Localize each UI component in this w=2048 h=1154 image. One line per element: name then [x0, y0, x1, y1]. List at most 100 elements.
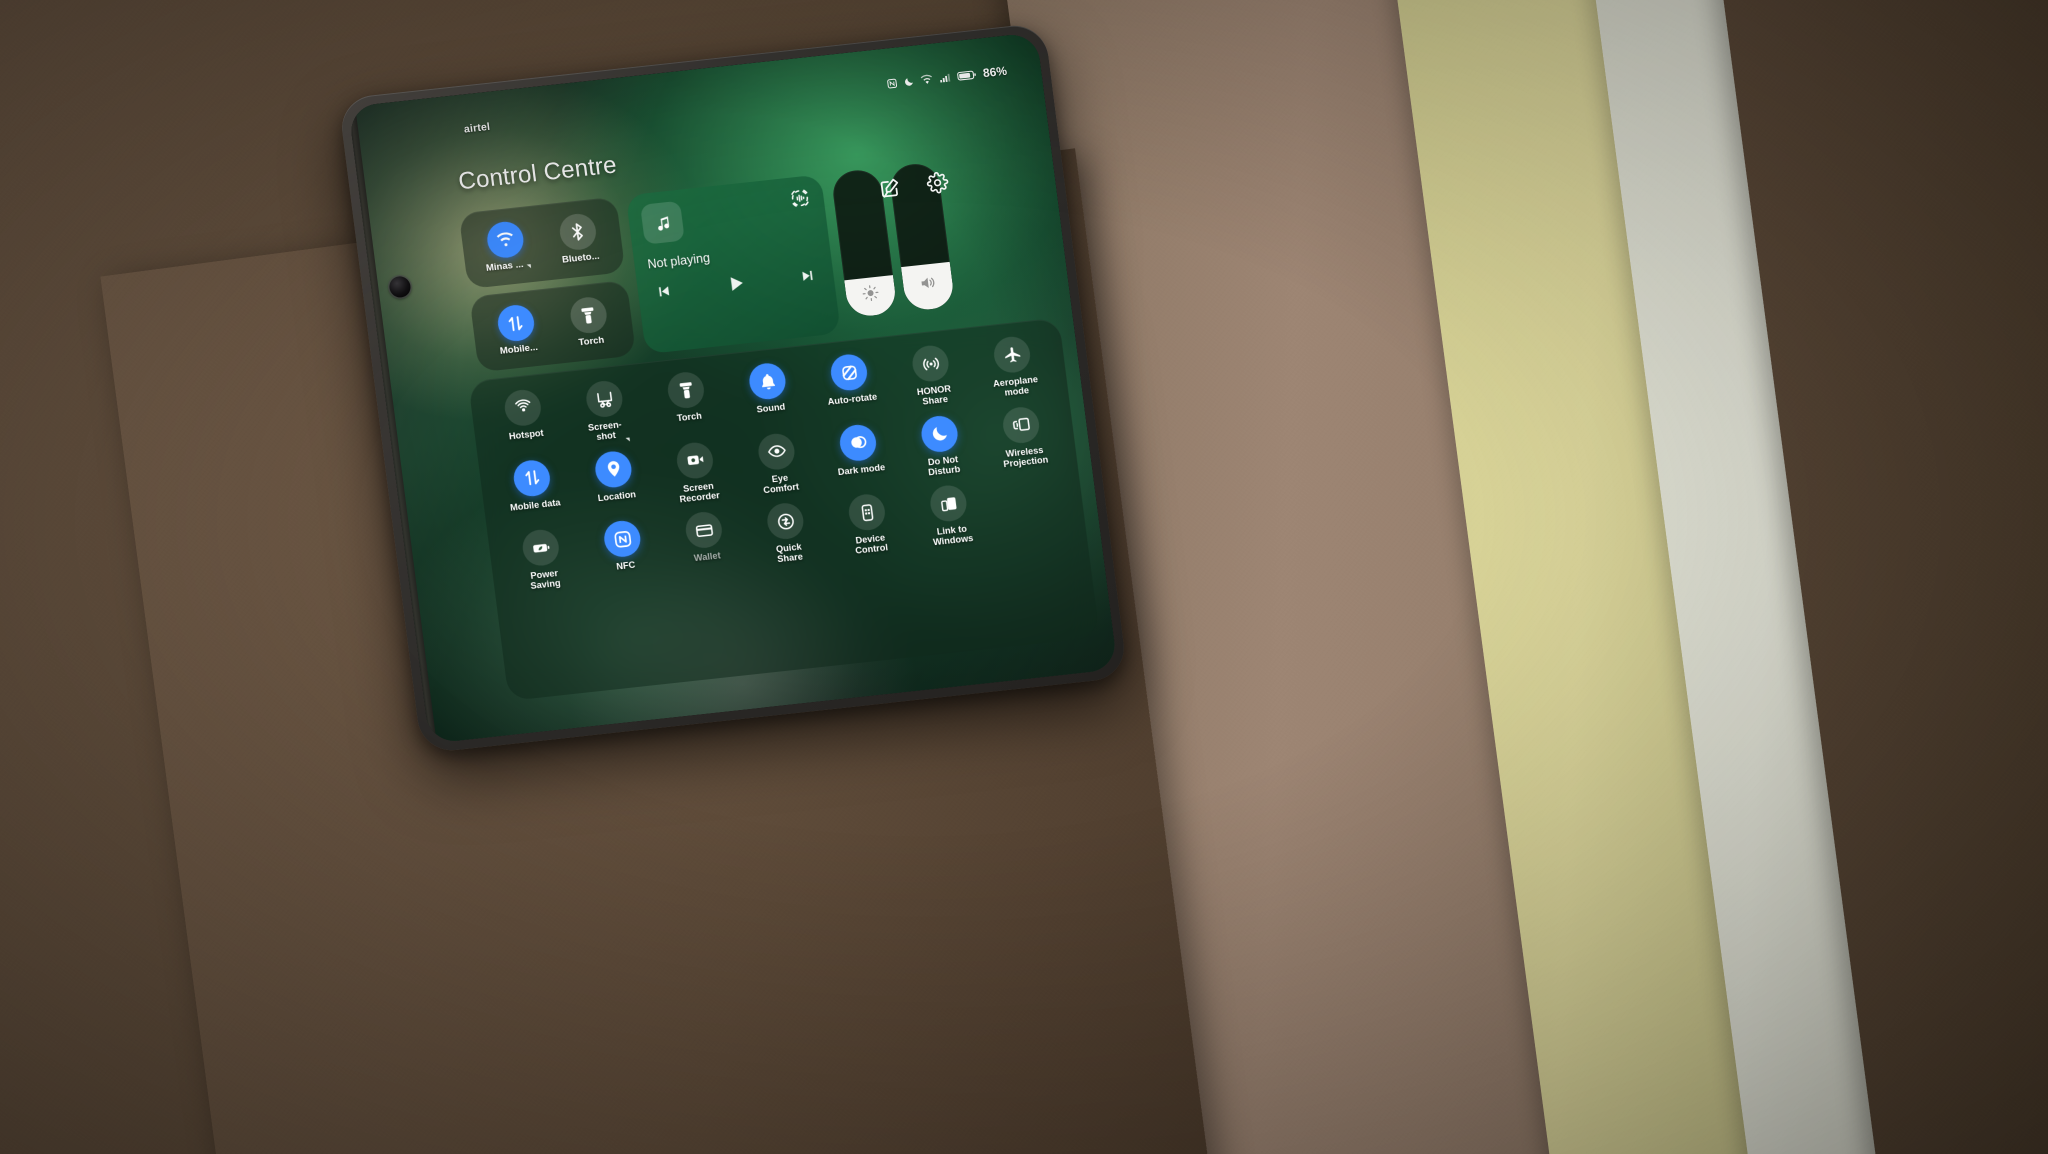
expand-arrow-icon[interactable] [625, 437, 630, 442]
quick-tile-screen-recorder[interactable]: Screen Recorder [652, 438, 741, 507]
edit-icon[interactable] [878, 176, 903, 200]
audio-output-cast-icon[interactable] [788, 187, 812, 210]
quick-tile-torch[interactable]: Torch [643, 368, 732, 437]
expand-arrow-icon[interactable] [526, 263, 531, 269]
status-icons: 86% [886, 64, 1008, 91]
wifi-tile-label-text: Minas ... [485, 258, 525, 274]
wifi-icon [496, 232, 513, 247]
music-note-icon [657, 215, 669, 231]
quick-tile-label-text: HONOR Share [916, 383, 952, 407]
wifi-tile[interactable]: Minas ... [466, 218, 545, 275]
screenshot-icon [594, 389, 615, 410]
auto-rotate-icon-bg [828, 352, 870, 393]
quick-tile-label: Mobile data [509, 497, 561, 513]
quick-tile-label: Location [597, 489, 636, 503]
screenshot-icon-bg [584, 379, 625, 419]
battery-icon [957, 70, 976, 80]
torch-icon-bg [665, 370, 707, 410]
screen: airtel 86% Control Centre Minas ... Blue… [348, 32, 1118, 744]
quick-tile-location[interactable]: Location [570, 447, 659, 516]
mobile-data-icon [521, 467, 542, 488]
wifi-tile-label: Minas ... [485, 258, 531, 274]
play-button[interactable] [724, 272, 748, 298]
quick-tile-nfc[interactable]: NFC [579, 517, 668, 586]
device-control-icon [856, 502, 877, 523]
quick-tile-label-text: Wireless Projection [1002, 444, 1049, 470]
quick-tile-quick-share[interactable]: Quick Share [742, 499, 831, 568]
wallet-card-icon [693, 520, 714, 541]
bluetooth-tile[interactable]: Blueto... [539, 210, 618, 267]
hotspot-icon-bg [502, 388, 543, 428]
quick-tile-device-control[interactable]: Device Control [824, 490, 913, 559]
quick-tile-wireless-projection[interactable]: Wireless Projection [978, 402, 1067, 471]
quick-tile-wallet[interactable]: Wallet [661, 508, 750, 577]
brightness-sun-icon [862, 284, 879, 301]
quick-tile-sound[interactable]: Sound [724, 359, 813, 428]
quick-tile-label: Dark mode [837, 462, 886, 477]
quick-tile-label-text: Torch [676, 410, 703, 424]
next-track-button[interactable] [798, 266, 817, 288]
mobile-data-icon-bg [511, 458, 552, 498]
previous-track-button[interactable] [654, 282, 673, 304]
quick-tile-label-text: Do Not Disturb [927, 453, 961, 478]
torch-icon [581, 306, 594, 324]
screen-recorder-icon-bg [674, 440, 716, 480]
brightness-slider-fill [844, 275, 898, 319]
eye-comfort-icon-bg [756, 431, 797, 472]
link-to-windows-icon-bg [928, 483, 969, 524]
carrier-label: airtel [463, 120, 491, 136]
quick-tile-honor-share[interactable]: HONOR Share [887, 341, 976, 410]
dark-mode-icon [847, 432, 868, 453]
hotspot-icon [512, 397, 533, 418]
quick-tile-mobile-data[interactable]: Mobile data [489, 456, 578, 525]
quick-tile-do-not-disturb[interactable]: Do Not Disturb [896, 411, 985, 480]
screen-recorder-icon [684, 450, 705, 471]
quick-tile-label: HONOR Share [916, 384, 953, 408]
quick-tile-auto-rotate[interactable]: Auto-rotate [806, 350, 895, 419]
quick-tile-label-text: Hotspot [508, 427, 545, 442]
skip-previous-icon [658, 286, 670, 297]
quick-tile-label-text: Eye Comfort [762, 472, 800, 496]
quick-settings-panel: Hotspot Screen- shot Torch Sound Auto-rotate… [468, 317, 1100, 701]
wireless-projection-icon-bg [1000, 404, 1042, 445]
page-title: Control Centre [456, 151, 619, 196]
quick-tile-link-to-windows[interactable]: Link to Windows [905, 481, 994, 550]
quick-tile-label: Wireless Projection [1001, 444, 1049, 470]
sound-bell-icon-bg [747, 361, 788, 402]
nfc-icon-bg [602, 519, 643, 559]
quick-tile-label-text: Wallet [693, 550, 722, 564]
aeroplane-icon [1001, 344, 1022, 365]
gear-icon[interactable] [925, 171, 950, 195]
quick-tile-hotspot[interactable]: Hotspot [480, 386, 569, 455]
quick-share-icon-bg [765, 501, 806, 542]
quick-tile-label-text: Aeroplane mode [992, 374, 1039, 398]
device-control-icon-bg [846, 492, 888, 533]
connectivity-card-data: Mobile... Torch [469, 279, 637, 373]
quick-tile-power-saving[interactable]: Power Saving [498, 526, 587, 595]
mobile-data-tile-label: Mobile... [499, 341, 539, 357]
wallet-card-icon-bg [683, 510, 725, 550]
quick-tile-label-text: Screen- shot [587, 419, 623, 443]
quick-tile-label-text: Link to Windows [932, 523, 974, 548]
mobile-data-tile[interactable]: Mobile... [477, 301, 556, 358]
quick-tile-dark-mode[interactable]: Dark mode [815, 420, 904, 489]
quick-tile-label: Do Not Disturb [926, 454, 961, 478]
quick-tile-label: Hotspot [508, 428, 544, 442]
quick-tile-label-text: Dark mode [837, 461, 886, 477]
quick-tile-screen-shot[interactable]: Screen- shot [561, 377, 650, 446]
quick-tile-eye-comfort[interactable]: Eye Comfort [733, 429, 822, 498]
media-header [639, 187, 814, 245]
quick-tile-label-text: Power Saving [529, 568, 562, 592]
do-not-disturb-moon-icon-bg [919, 413, 960, 454]
quick-tile-label: Torch [676, 411, 702, 424]
eye-comfort-icon [766, 441, 787, 462]
torch-tile[interactable]: Torch [550, 293, 629, 350]
mobile-data-tile-icon-bg [495, 303, 536, 343]
quick-tile-label: Eye Comfort [761, 471, 800, 496]
quick-tile-label: Device Control [853, 532, 889, 556]
signal-bars-icon [940, 73, 951, 83]
wifi-icon [920, 74, 932, 84]
play-icon [730, 277, 743, 291]
quick-tile-aeroplane-mode[interactable]: Aeroplane mode [969, 332, 1058, 401]
quick-tile-label: Wallet [693, 551, 721, 564]
